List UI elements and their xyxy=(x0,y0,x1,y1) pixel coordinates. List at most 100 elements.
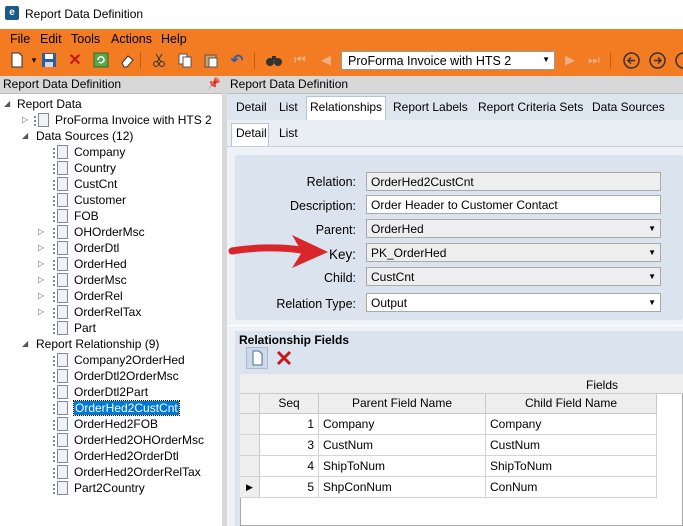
cell-seq[interactable]: 1 xyxy=(260,414,319,435)
tree-item-orderhed[interactable]: ▷ OrderHed xyxy=(0,256,222,272)
tab-report-labels[interactable]: Report Labels xyxy=(393,100,468,114)
tree-item-customer[interactable]: Customer xyxy=(0,192,222,208)
chevron-down-icon[interactable]: ▼ xyxy=(648,272,656,281)
tree-item-orderhed2orderdtl[interactable]: OrderHed2OrderDtl xyxy=(0,448,222,464)
cell-child-field-name[interactable]: Company xyxy=(486,414,657,435)
expand-icon[interactable]: ▷ xyxy=(22,115,28,124)
chevron-down-icon[interactable]: ▼ xyxy=(648,298,656,307)
cell-parent-field-name[interactable]: CustNum xyxy=(319,435,486,456)
eraser-icon[interactable] xyxy=(118,51,136,69)
cell-seq[interactable]: 5 xyxy=(260,477,319,498)
tree-root-report-data[interactable]: ◢ Report Data xyxy=(0,96,222,112)
chevron-down-icon[interactable]: ▼ xyxy=(542,55,550,64)
prev-icon[interactable]: ◀ xyxy=(317,51,335,69)
cell-seq[interactable]: 3 xyxy=(260,435,319,456)
column-header-child-field-name[interactable]: Child Field Name xyxy=(486,394,657,414)
tree-item-orderreltax[interactable]: ▷ OrderRelTax xyxy=(0,304,222,320)
menu-actions[interactable]: Actions xyxy=(111,32,152,46)
tree-item-custcnt[interactable]: CustCnt xyxy=(0,176,222,192)
cell-parent-field-name[interactable]: Company xyxy=(319,414,486,435)
copy-icon[interactable] xyxy=(176,51,194,69)
expand-icon[interactable]: ▷ xyxy=(38,275,44,284)
tree-item-orderdtl[interactable]: ▷ OrderDtl xyxy=(0,240,222,256)
last-icon[interactable]: ⏭ xyxy=(585,51,603,69)
tree-item-orderhed2ohordermsc[interactable]: OrderHed2OHOrderMsc xyxy=(0,432,222,448)
tree-item-orderhed2fob[interactable]: OrderHed2FOB xyxy=(0,416,222,432)
tree-item-country[interactable]: Country xyxy=(0,160,222,176)
relation-type-dropdown[interactable]: Output ▼ xyxy=(366,293,661,312)
tab-detail[interactable]: Detail xyxy=(236,100,267,114)
row-selector[interactable]: ▶ xyxy=(240,477,260,498)
row-selector[interactable] xyxy=(240,414,260,435)
undo-icon[interactable]: ↶ xyxy=(228,51,246,69)
back-icon[interactable] xyxy=(622,51,640,69)
expand-icon[interactable]: ▷ xyxy=(38,227,44,236)
chevron-down-icon[interactable]: ▼ xyxy=(648,224,656,233)
column-header-parent-field-name[interactable]: Parent Field Name xyxy=(319,394,486,414)
tree-report[interactable]: ▷ ProForma Invoice with HTS 2 xyxy=(0,112,222,128)
cell-parent-field-name[interactable]: ShpConNum xyxy=(319,477,486,498)
cut-icon[interactable] xyxy=(150,51,168,69)
child-dropdown[interactable]: CustCnt ▼ xyxy=(366,267,661,286)
delete-icon[interactable]: ✕ xyxy=(66,51,84,69)
tab-data-sources[interactable]: Data Sources xyxy=(592,100,665,114)
description-field[interactable]: Order Header to Customer Contact xyxy=(366,195,661,214)
row-selector[interactable] xyxy=(240,456,260,477)
tree-item-orderhed2custcnt[interactable]: OrderHed2CustCnt xyxy=(0,400,222,416)
cell-child-field-name[interactable]: ConNum xyxy=(486,477,657,498)
new-icon[interactable] xyxy=(8,51,26,69)
key-dropdown[interactable]: PK_OrderHed ▼ xyxy=(366,243,661,262)
tree-item-orderdtl2part[interactable]: OrderDtl2Part xyxy=(0,384,222,400)
tree-item-ohordermsc[interactable]: ▷ OHOrderMsc xyxy=(0,224,222,240)
expand-icon[interactable]: ▷ xyxy=(38,307,44,316)
overflow-icon[interactable] xyxy=(672,51,683,69)
cell-child-field-name[interactable]: CustNum xyxy=(486,435,657,456)
pin-icon[interactable]: 📌 xyxy=(207,77,221,90)
collapse-icon[interactable]: ◢ xyxy=(22,131,28,140)
column-header-seq[interactable]: Seq xyxy=(260,394,319,414)
collapse-icon[interactable]: ◢ xyxy=(4,99,10,108)
tree-item-company2orderhed[interactable]: Company2OrderHed xyxy=(0,352,222,368)
document-icon xyxy=(53,193,68,207)
tree-item-ordermsc[interactable]: ▷ OrderMsc xyxy=(0,272,222,288)
tree-item-part[interactable]: Part xyxy=(0,320,222,336)
tab-list[interactable]: List xyxy=(279,100,298,114)
chevron-down-icon[interactable]: ▼ xyxy=(648,248,656,257)
cell-child-field-name[interactable]: ShipToNum xyxy=(486,456,657,477)
delete-row-button[interactable] xyxy=(273,347,295,369)
tree-data-sources[interactable]: ◢ Data Sources (12) xyxy=(0,128,222,144)
right-panel-title: Report Data Definition xyxy=(230,77,349,91)
tree-item-fob[interactable]: FOB xyxy=(0,208,222,224)
collapse-icon[interactable]: ◢ xyxy=(22,339,28,348)
expand-icon[interactable]: ▷ xyxy=(38,259,44,268)
tree-report-relationship[interactable]: ◢ Report Relationship (9) xyxy=(0,336,222,352)
cell-parent-field-name[interactable]: ShipToNum xyxy=(319,456,486,477)
menu-file[interactable]: File xyxy=(10,32,30,46)
tree-item-orderrel[interactable]: ▷ OrderRel xyxy=(0,288,222,304)
tree-item-orderdtl2ordermsc[interactable]: OrderDtl2OrderMsc xyxy=(0,368,222,384)
tab-report-criteria-sets[interactable]: Report Criteria Sets xyxy=(478,100,583,114)
tab-relationships[interactable]: Relationships xyxy=(310,100,382,114)
first-icon[interactable]: ⏮ xyxy=(291,51,309,69)
menu-tools[interactable]: Tools xyxy=(71,32,100,46)
refresh-icon[interactable] xyxy=(92,51,110,69)
add-row-button[interactable] xyxy=(246,347,268,369)
next-icon[interactable]: ▶ xyxy=(561,51,579,69)
tree-item-company[interactable]: Company xyxy=(0,144,222,160)
record-selector[interactable]: ProForma Invoice with HTS 2 ▼ xyxy=(341,51,555,70)
save-icon[interactable] xyxy=(40,51,58,69)
expand-icon[interactable]: ▷ xyxy=(38,291,44,300)
parent-dropdown[interactable]: OrderHed ▼ xyxy=(366,219,661,238)
menu-help[interactable]: Help xyxy=(161,32,187,46)
subtab-detail[interactable]: Detail xyxy=(236,126,267,140)
forward-icon[interactable] xyxy=(648,51,666,69)
search-icon[interactable] xyxy=(265,51,283,69)
menu-edit[interactable]: Edit xyxy=(40,32,62,46)
cell-seq[interactable]: 4 xyxy=(260,456,319,477)
paste-icon[interactable] xyxy=(202,51,220,69)
tree-item-orderhed2orderreltax[interactable]: OrderHed2OrderRelTax xyxy=(0,464,222,480)
row-selector[interactable] xyxy=(240,435,260,456)
subtab-list[interactable]: List xyxy=(279,126,298,140)
expand-icon[interactable]: ▷ xyxy=(38,243,44,252)
tree-item-part2country[interactable]: Part2Country xyxy=(0,480,222,496)
